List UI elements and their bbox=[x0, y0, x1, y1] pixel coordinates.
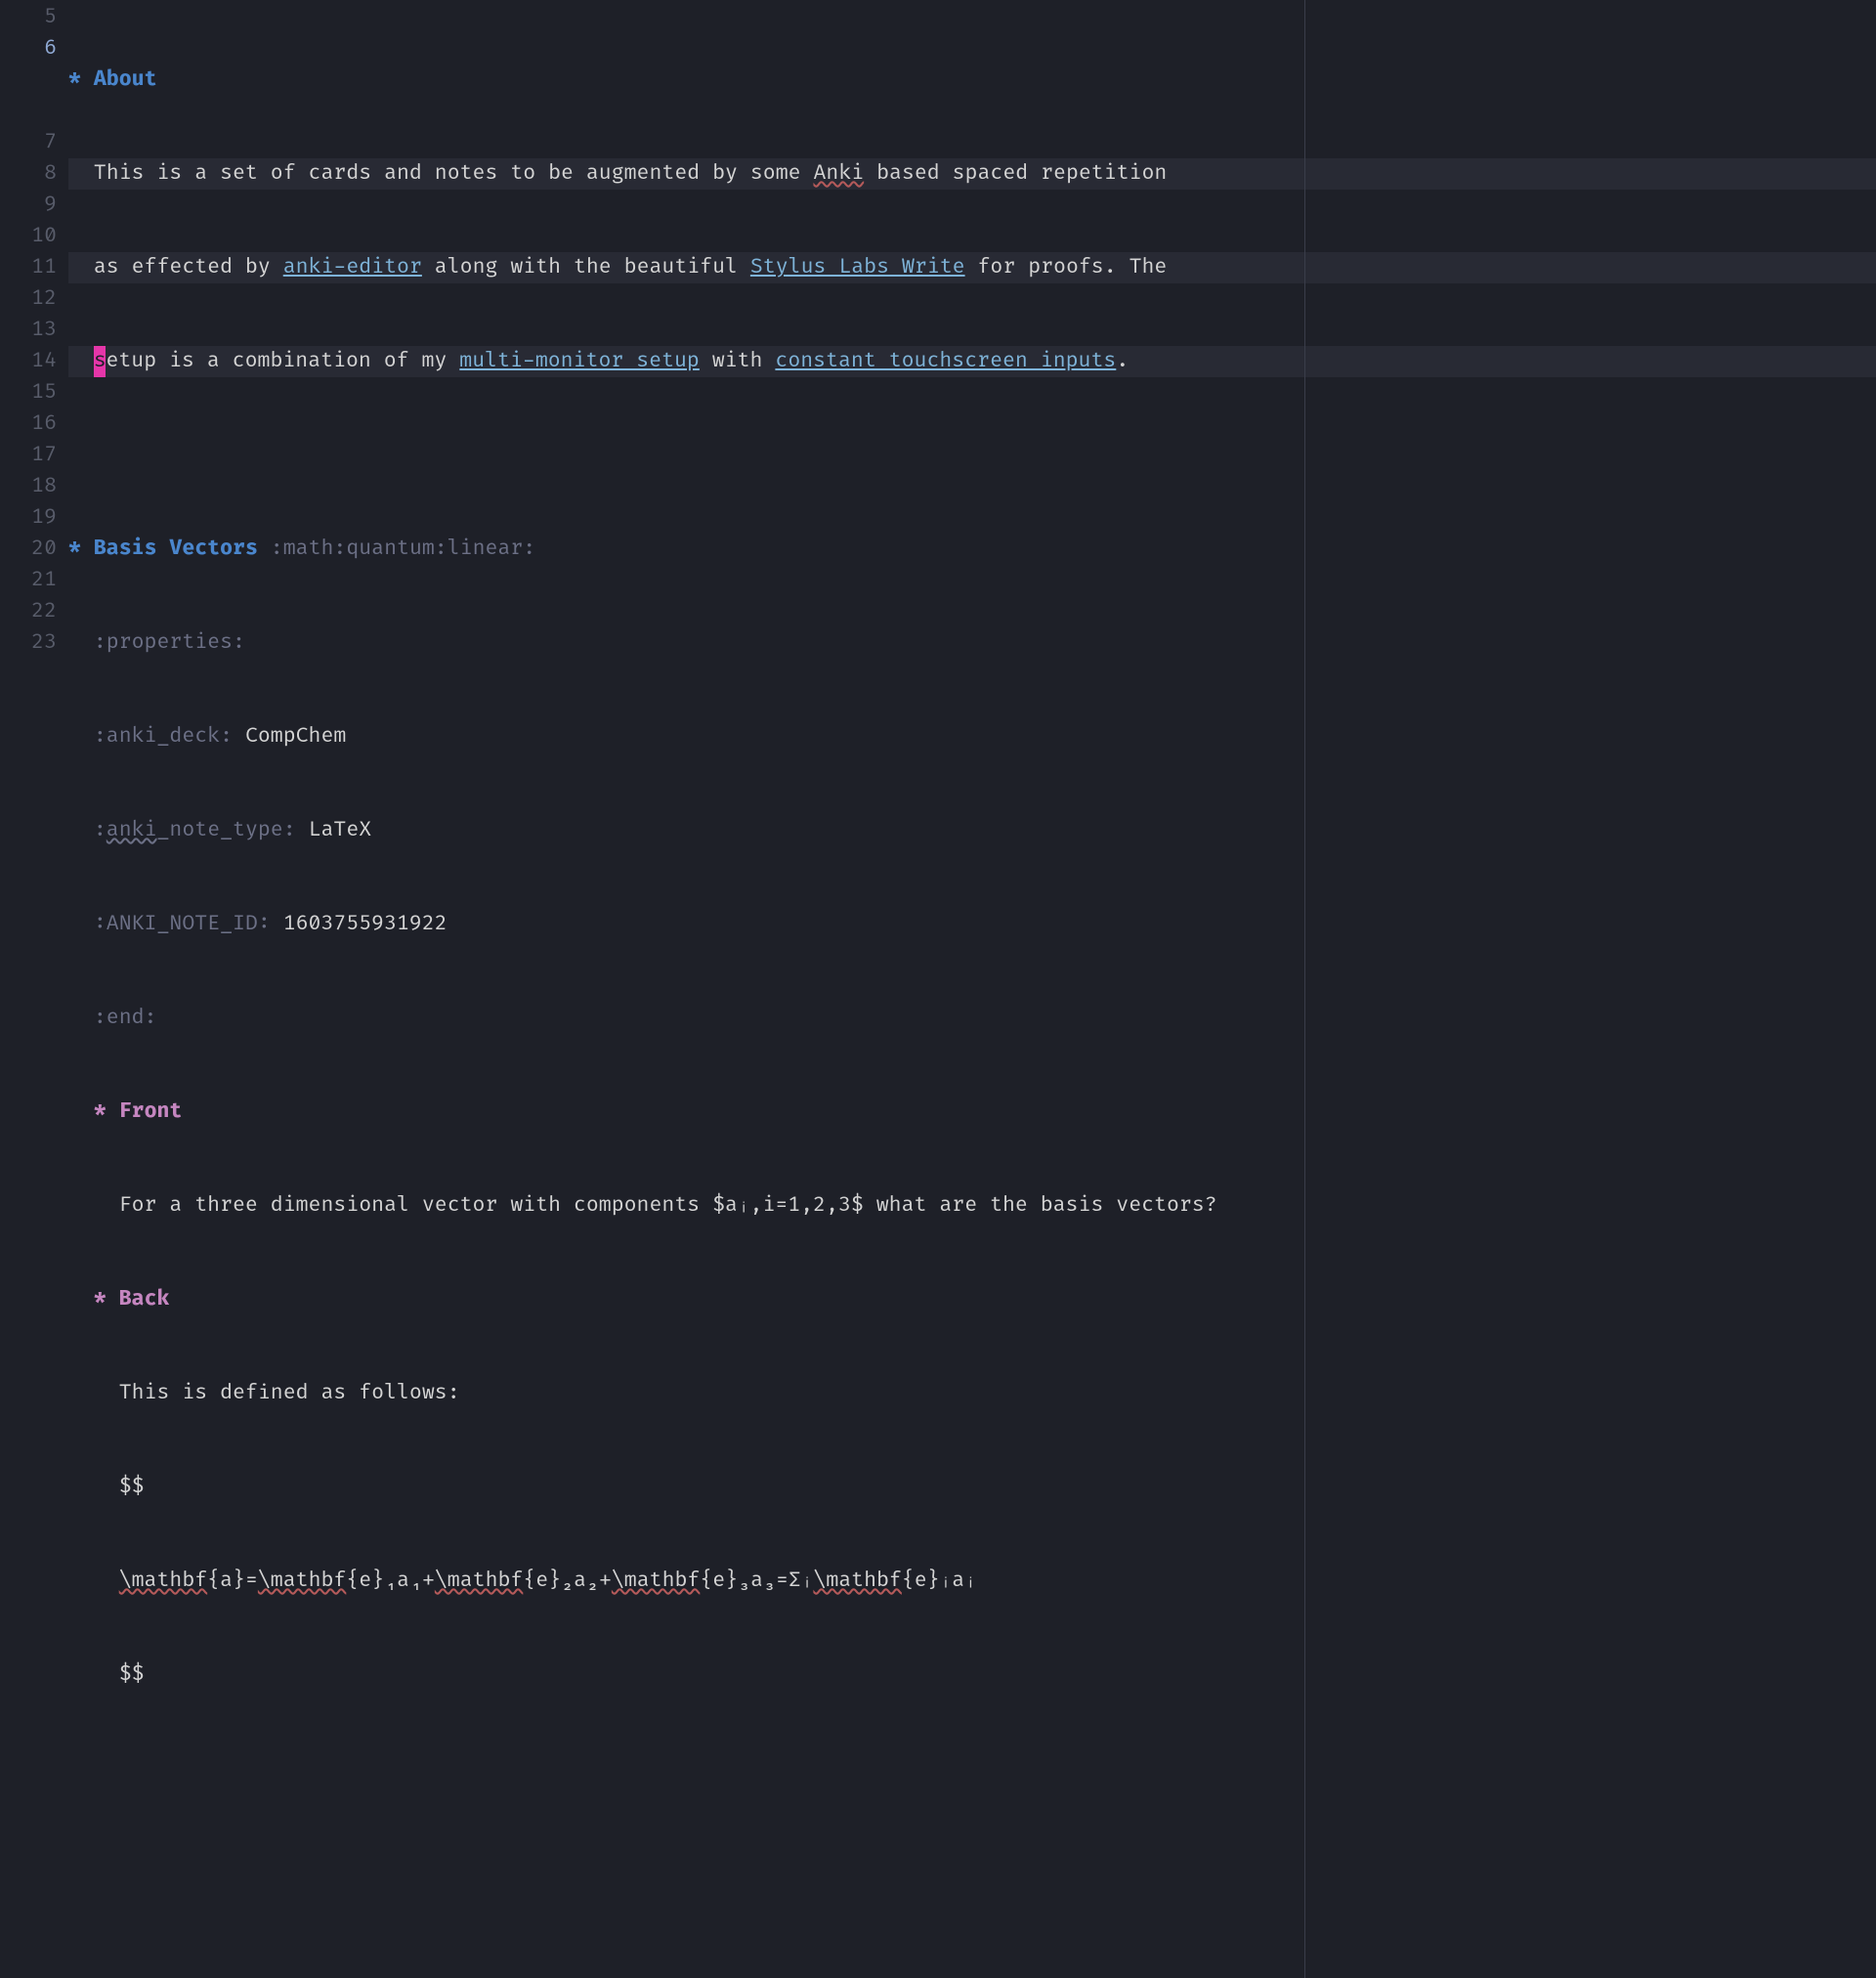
blank-line[interactable] bbox=[68, 1847, 1876, 1878]
back-math-close[interactable]: $$ bbox=[68, 1659, 1876, 1691]
back-math-open[interactable]: $$ bbox=[68, 1472, 1876, 1503]
front-body[interactable]: For a three dimensional vector with comp… bbox=[68, 1190, 1876, 1222]
line-number: 5 bbox=[0, 2, 57, 33]
line-number: 11 bbox=[0, 252, 57, 283]
property-anki-note-type[interactable]: :anki_note_type: LaTeX bbox=[68, 815, 1876, 846]
line-number: 14 bbox=[0, 346, 57, 377]
heading-about[interactable]: * About bbox=[68, 64, 1876, 96]
heading-back[interactable]: * Back bbox=[68, 1284, 1876, 1315]
line-number: 8 bbox=[0, 158, 57, 190]
line-number: 22 bbox=[0, 596, 57, 627]
link-stylus-labs-write[interactable]: Stylus Labs Write bbox=[750, 255, 965, 280]
editor-content[interactable]: * About This is a set of cards and notes… bbox=[68, 2, 1876, 1978]
line-number: 13 bbox=[0, 315, 57, 346]
about-text-line-2[interactable]: as effected by anki-editor along with th… bbox=[68, 252, 1876, 283]
line-number: 15 bbox=[0, 377, 57, 408]
line-number: 12 bbox=[0, 283, 57, 315]
line-number: 7 bbox=[0, 127, 57, 158]
line-number: 6 bbox=[0, 33, 57, 64]
back-body-1[interactable]: This is defined as follows: bbox=[68, 1378, 1876, 1409]
heading-front[interactable]: * Front bbox=[68, 1096, 1876, 1128]
blank-line[interactable] bbox=[68, 1941, 1876, 1972]
line-number: 23 bbox=[0, 627, 57, 659]
line-number: 18 bbox=[0, 471, 57, 502]
property-anki-deck[interactable]: :anki_deck: CompChem bbox=[68, 721, 1876, 752]
link-anki-editor[interactable]: anki-editor bbox=[283, 255, 422, 280]
link-touchscreen-inputs[interactable]: constant touchscreen inputs bbox=[775, 349, 1116, 373]
line-number: 20 bbox=[0, 534, 57, 565]
heading-basis-vectors[interactable]: * Basis Vectors :math:quantum:linear: bbox=[68, 534, 1876, 565]
line-number: 19 bbox=[0, 502, 57, 534]
line-number: 9 bbox=[0, 190, 57, 221]
line-number: 17 bbox=[0, 440, 57, 471]
link-multi-monitor-setup[interactable]: multi-monitor setup bbox=[459, 349, 700, 373]
line-number-gutter: 5 6 7 8 9 10 11 12 13 14 15 16 17 18 19 … bbox=[0, 2, 68, 1978]
about-text-line-3[interactable]: setup is a combination of my multi-monit… bbox=[68, 346, 1876, 377]
about-text-line-1[interactable]: This is a set of cards and notes to be a… bbox=[68, 158, 1876, 190]
line-number: 16 bbox=[0, 408, 57, 440]
properties-drawer-end[interactable]: :end: bbox=[68, 1003, 1876, 1034]
blank-line[interactable] bbox=[68, 1753, 1876, 1784]
properties-drawer-open[interactable]: :properties: bbox=[68, 627, 1876, 659]
line-number: 21 bbox=[0, 565, 57, 596]
back-math-body[interactable]: \mathbf{a}=\mathbf{e}₁a₁+\mathbf{e}₂a₂+\… bbox=[68, 1566, 1876, 1597]
line-number: 10 bbox=[0, 221, 57, 252]
cursor: s bbox=[94, 346, 107, 377]
blank-line[interactable] bbox=[68, 440, 1876, 471]
editor-pane[interactable]: 5 6 7 8 9 10 11 12 13 14 15 16 17 18 19 … bbox=[0, 0, 1876, 1978]
fill-column-indicator bbox=[1304, 0, 1305, 1978]
property-anki-note-id[interactable]: :ANKI_NOTE_ID: 1603755931922 bbox=[68, 909, 1876, 940]
